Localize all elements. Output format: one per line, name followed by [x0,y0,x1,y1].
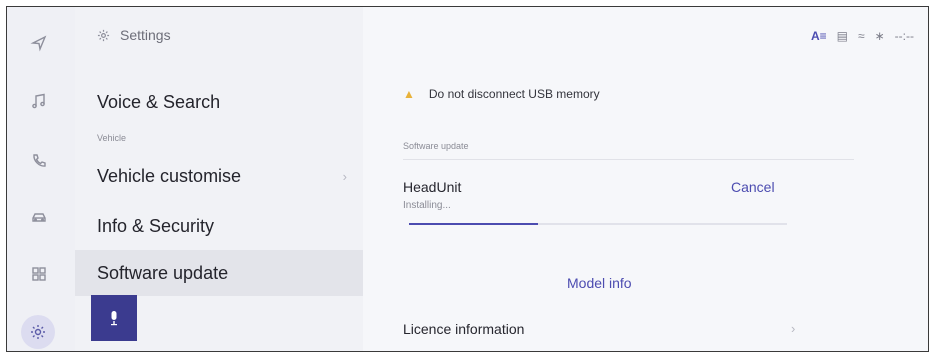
update-progress-bar [409,223,787,225]
divider [403,159,854,160]
update-progress-fill [409,223,538,225]
icon-rail [7,7,76,351]
apps-grid-icon[interactable] [25,260,53,288]
no-sim-icon: ▤ [836,29,849,43]
chevron-right-icon: › [791,321,796,336]
menu-item-info-security[interactable]: Info & Security [75,203,363,249]
az-indicator: A≡ [811,29,827,43]
update-unit-name: HeadUnit [403,179,462,195]
wifi-icon: ≈ [858,29,865,43]
warning-icon: ▲ [403,87,415,101]
microphone-icon [111,311,117,326]
settings-title: Settings [97,27,171,43]
status-bar: A≡ ▤ ≈ ∗ --:-- [811,29,914,43]
car-icon[interactable] [25,204,53,232]
settings-menu: Settings Voice & Search Vehicle Vehicle … [75,7,363,351]
menu-item-label: Software update [97,262,229,283]
licence-information-item[interactable]: Licence information [403,321,524,337]
music-icon[interactable] [25,87,53,115]
gear-icon [97,29,110,41]
voice-mic-button[interactable] [91,295,137,341]
chevron-right-icon: › [342,168,347,184]
settings-title-label: Settings [120,27,171,43]
menu-item-label: Vehicle customise [97,165,242,186]
phone-icon[interactable] [25,147,53,175]
model-info-button[interactable]: Model info [567,275,632,291]
menu-item-voice-search[interactable]: Voice & Search [75,79,363,125]
bluetooth-icon: ∗ [874,29,885,43]
settings-gear-icon[interactable] [21,315,55,349]
cancel-button[interactable]: Cancel [731,179,775,195]
software-update-panel: A≡ ▤ ≈ ∗ --:-- ▲ Do not disconnect USB m… [363,7,928,351]
screen-frame: Settings Voice & Search Vehicle Vehicle … [6,6,929,352]
menu-item-vehicle-customise[interactable]: Vehicle customise › [75,153,363,199]
section-label-vehicle: Vehicle [97,133,127,143]
update-status: Installing... [403,200,451,211]
menu-item-software-update[interactable]: Software update [75,250,363,296]
software-update-section-label: Software update [403,141,469,151]
navigation-icon[interactable] [25,29,53,57]
menu-item-label: Info & Security [97,215,215,236]
warning-text: Do not disconnect USB memory [428,87,600,101]
clock-time: --:-- [894,29,914,43]
usb-warning: ▲ Do not disconnect USB memory [403,87,600,101]
menu-item-label: Voice & Search [97,91,221,112]
